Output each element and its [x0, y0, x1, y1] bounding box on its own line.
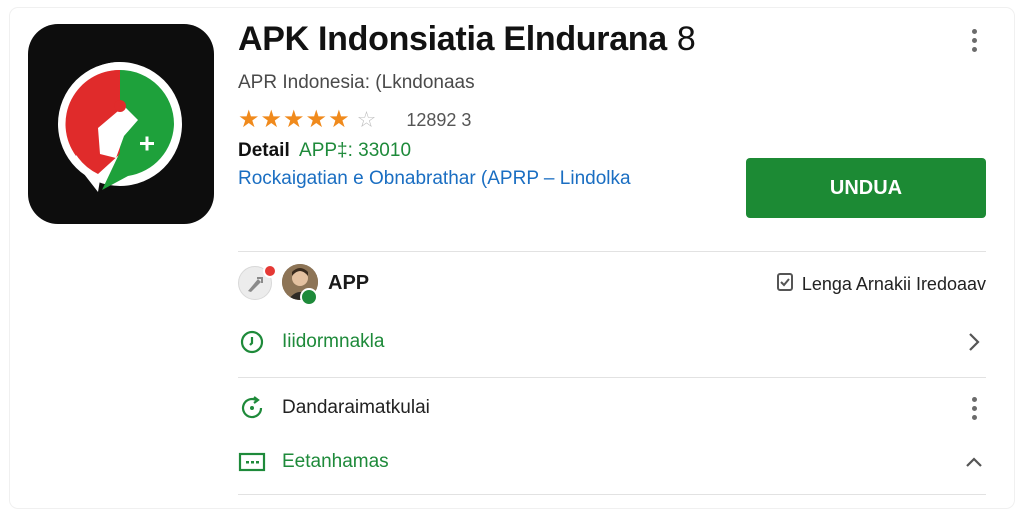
more-vert-icon-dot	[971, 37, 977, 43]
document-icon	[776, 272, 794, 297]
star-icon: ★	[305, 106, 328, 133]
chevron-right-icon[interactable]	[962, 322, 986, 362]
divider	[238, 377, 986, 378]
meta-label: APP	[328, 272, 370, 294]
row-label: Iiidormnakla	[282, 331, 385, 352]
row-label: Dandaraimatkulai	[282, 397, 430, 418]
developer-name[interactable]: APR Indonesia: (Lkndonaas	[238, 72, 475, 94]
more-options-button[interactable]	[962, 24, 986, 56]
detail-value: APP‡: 33010	[299, 140, 412, 161]
info-link[interactable]: Lenga Arnakii Iredoaav	[776, 272, 986, 297]
more-vert-icon-dot	[971, 405, 977, 411]
meta-row: APP Lenga Arnakii Iredoaav	[238, 262, 986, 306]
app-title-text: APK Indonsiatia Elndurana	[238, 20, 667, 58]
clock-icon	[238, 328, 266, 356]
list-item[interactable]: Iiidormnakla	[238, 322, 986, 362]
star-icon: ★	[328, 106, 350, 133]
app-title: APK Indonsiatia Elndurana 8	[238, 20, 696, 59]
list-item[interactable]: Eetanhamas	[238, 442, 986, 482]
app-detail: Detail APP‡: 33010	[238, 140, 411, 162]
divider	[238, 251, 986, 252]
star-icon: ★	[260, 106, 283, 133]
more-vert-icon-dot	[971, 46, 977, 52]
install-button[interactable]: UNDUA	[746, 158, 986, 218]
message-icon	[238, 448, 266, 476]
detail-label: Detail	[238, 140, 290, 161]
refresh-icon	[238, 394, 266, 422]
star-outline-icon: ☆	[356, 107, 377, 132]
star-icon: ★	[283, 106, 305, 133]
divider	[238, 494, 986, 495]
more-vert-icon[interactable]	[962, 388, 986, 428]
list-item[interactable]: Dandaraimatkulai	[238, 388, 986, 428]
app-logo-icon	[28, 24, 214, 224]
verified-badge-icon	[300, 288, 318, 306]
rating-count: 12892 3	[406, 109, 472, 130]
more-vert-icon-dot	[971, 396, 977, 402]
notification-dot	[263, 264, 277, 278]
more-vert-icon	[971, 28, 977, 34]
app-title-number: 8	[676, 20, 696, 58]
star-icon: ★	[238, 106, 260, 133]
app-link[interactable]: Rockaigatian e Obnabrathar (APRP – Lindo…	[238, 168, 631, 190]
share-icon[interactable]	[238, 264, 277, 300]
rating-row: ★ ★ ★ ★ ★ ☆ 12892 3	[238, 106, 471, 134]
chevron-up-icon[interactable]	[962, 442, 986, 482]
info-link-text: Lenga Arnakii Iredoaav	[801, 274, 986, 294]
rating-stars: ★ ★ ★ ★ ★ ☆	[238, 108, 376, 132]
row-label: Eetanhamas	[282, 451, 389, 472]
more-vert-icon-dot	[971, 414, 977, 420]
